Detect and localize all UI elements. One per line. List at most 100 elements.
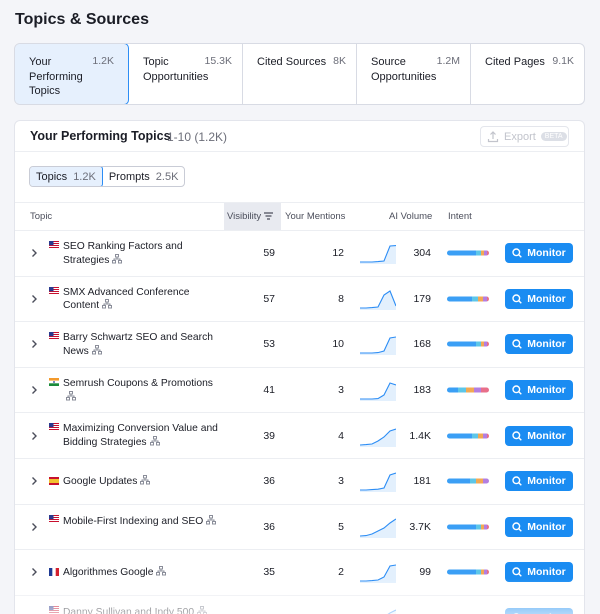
intent-segment (486, 569, 489, 575)
topic-name[interactable]: Mobile-First Indexing and SEO (63, 514, 223, 529)
monitor-icon (512, 476, 523, 487)
toggle-topics[interactable]: Topics 1.2K (30, 167, 103, 186)
trend-sparkline (360, 336, 396, 356)
topic-name[interactable]: Danny Sullivan and Indy 500 (63, 605, 223, 614)
table-row[interactable]: Algorithmes Google 35 2 99 Monitor (15, 550, 584, 596)
intent-segment (447, 250, 477, 256)
topic-text: Semrush Coupons & Promotions (63, 377, 213, 389)
flag-icon (49, 377, 59, 386)
table-row[interactable]: Google Updates 36 3 181 Monitor (15, 459, 584, 505)
tab-count: 8K (333, 55, 346, 67)
topic-cluster-icon[interactable] (197, 605, 208, 614)
flag-icon (49, 241, 59, 249)
monitor-button[interactable]: Monitor (505, 516, 573, 537)
table-header: Topic Visibility Your Mentions AI Volume… (15, 202, 584, 231)
result-range: 1-10 (1.2K) (167, 130, 228, 144)
toggle-prompts[interactable]: Prompts 2.5K (103, 167, 185, 186)
intent-segment (486, 296, 489, 302)
monitor-label: Monitor (527, 338, 566, 351)
topic-cluster-icon[interactable] (112, 253, 123, 264)
ai-volume-value: 183 (413, 384, 431, 397)
monitor-label: Monitor (527, 384, 566, 397)
monitor-button[interactable]: Monitor (505, 608, 573, 614)
chevron-right-icon[interactable] (29, 522, 39, 532)
monitor-icon (512, 522, 523, 532)
intent-segment (447, 341, 477, 347)
chevron-right-icon[interactable] (29, 339, 39, 349)
tab-source-opportunities[interactable]: Source Opportunities 1.2M (357, 44, 471, 104)
topic-cluster-icon[interactable] (149, 436, 160, 446)
trend-sparkline (360, 518, 396, 538)
monitor-button[interactable]: Monitor (505, 425, 573, 446)
chevron-right-icon[interactable] (29, 567, 39, 577)
tab-count: 1.2M (436, 55, 460, 67)
topic-name[interactable]: Barry Schwartz SEO and Search News (63, 332, 223, 359)
table-row[interactable]: Barry Schwartz SEO and Search News 53 10… (15, 322, 584, 368)
topic-text: Algorithmes Google (63, 567, 154, 579)
topic-cluster-icon[interactable] (102, 299, 113, 309)
tab-label: Your Performing Topics (29, 56, 83, 97)
monitor-button[interactable]: Monitor (505, 380, 573, 401)
mentions-value: 3 (338, 384, 344, 397)
ai-volume-value: 181 (413, 475, 431, 488)
table-row[interactable]: Danny Sullivan and Indy 500 35 5 4.9K Mo… (15, 596, 584, 614)
tab-cited-sources[interactable]: Cited Sources 8K (243, 44, 357, 104)
tab-cited-pages[interactable]: Cited Pages 9.1K (471, 44, 584, 104)
chevron-right-icon[interactable] (29, 476, 39, 486)
topic-name[interactable]: Algorithmes Google (63, 566, 223, 580)
monitor-button[interactable]: Monitor (505, 562, 573, 583)
topic-text: SMX Advanced Conference Content (63, 286, 190, 312)
monitor-icon (512, 430, 523, 441)
monitor-label: Monitor (527, 247, 566, 260)
intent-segment (447, 387, 458, 393)
monitor-button[interactable]: Monitor (505, 334, 573, 355)
col-visibility-label: Visibility (227, 211, 262, 222)
tab-label: Cited Pages (485, 56, 545, 68)
monitor-icon (512, 339, 523, 350)
chevron-right-icon[interactable] (29, 248, 39, 258)
tab-count: 9.1K (552, 55, 574, 67)
table-row[interactable]: Mobile-First Indexing and SEO 36 5 3.7K … (15, 505, 584, 551)
topic-name[interactable]: SMX Advanced Conference Content (63, 287, 223, 314)
tab-topic-opportunities[interactable]: Topic Opportunities 15.3K (129, 44, 243, 104)
page-title: Topics & Sources (15, 11, 149, 28)
topic-cluster-icon[interactable] (66, 390, 76, 401)
table-row[interactable]: SMX Advanced Conference Content 57 8 179… (15, 277, 584, 323)
chevron-right-icon[interactable] (29, 385, 39, 395)
topic-cluster-icon[interactable] (140, 474, 151, 485)
col-ai-volume[interactable]: AI Volume (389, 203, 432, 230)
trend-sparkline (360, 564, 396, 584)
table-row[interactable]: Maximizing Conversion Value and Bidding … (15, 413, 584, 459)
monitor-button[interactable]: Monitor (505, 471, 573, 492)
flag-icon (49, 514, 59, 523)
topic-cluster-icon[interactable] (156, 566, 167, 576)
tab-your-performing-topics[interactable]: Your Performing Topics 1.2K (15, 44, 129, 104)
sort-icon (264, 212, 274, 221)
mentions-value: 12 (332, 247, 344, 260)
topic-name[interactable]: Semrush Coupons & Promotions (63, 378, 223, 405)
tab-count: 15.3K (204, 55, 232, 67)
export-icon (487, 130, 499, 142)
topic-name[interactable]: Maximizing Conversion Value and Bidding … (63, 423, 223, 450)
intent-bar (447, 387, 489, 393)
col-your-mentions[interactable]: Your Mentions (285, 203, 345, 230)
topics-table-body: SEO Ranking Factors and Strategies 59 12… (15, 231, 584, 614)
mentions-value: 5 (338, 520, 344, 533)
topic-cluster-icon[interactable] (206, 514, 217, 525)
visibility-value: 59 (263, 247, 275, 260)
chevron-right-icon[interactable] (29, 431, 39, 441)
topic-name[interactable]: Google Updates (63, 474, 223, 489)
export-button[interactable]: Export BETA (480, 126, 569, 147)
table-row[interactable]: SEO Ranking Factors and Strategies 59 12… (15, 231, 584, 277)
monitor-button[interactable]: Monitor (505, 243, 573, 264)
monitor-button[interactable]: Monitor (505, 288, 573, 309)
visibility-value: 57 (263, 292, 275, 305)
chevron-right-icon[interactable] (29, 294, 39, 304)
topic-name[interactable]: SEO Ranking Factors and Strategies (63, 241, 223, 268)
table-row[interactable]: Semrush Coupons & Promotions 41 3 183 Mo… (15, 368, 584, 414)
topic-cluster-icon[interactable] (91, 344, 102, 355)
tab-label: Topic Opportunities (143, 56, 209, 83)
trend-sparkline (360, 428, 396, 447)
col-visibility[interactable]: Visibility (224, 203, 281, 230)
topic-text: Barry Schwartz SEO and Search News (63, 332, 213, 357)
